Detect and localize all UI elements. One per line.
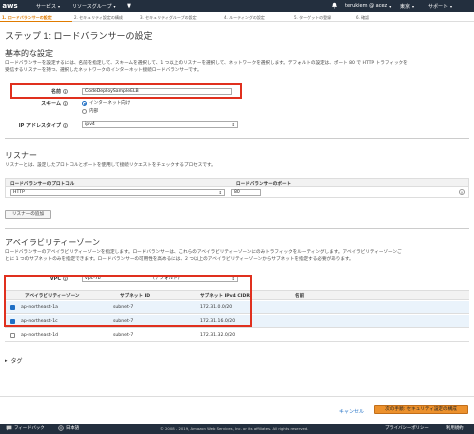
ip-address-type-select[interactable]: ipv4 ⇕ — [82, 121, 238, 128]
scheme-internal-radio[interactable]: 内部 — [82, 108, 98, 114]
step-configure-lb[interactable]: 1. ロードバランサーの設定 — [0, 14, 72, 22]
col-name: 名前 — [295, 294, 305, 299]
basic-settings-description-1: ロードバランサーを設定するには、名前を指定して、スキームを選択して、1 つ以上の… — [5, 61, 408, 66]
aws-logo[interactable]: aws — [0, 0, 20, 12]
add-listener-button[interactable]: リスナーの追加 — [5, 210, 51, 219]
support-label: サポート — [428, 3, 449, 10]
globe-icon — [58, 424, 64, 434]
copyright-text: © 2008 - 2019, Amazon Web Services, Inc.… — [160, 426, 309, 431]
chevron-down-icon: ▾ — [389, 3, 392, 9]
scheme-label: スキーム i — [30, 100, 68, 107]
region-label: 東京 — [400, 3, 411, 10]
az-description-1: ロードバランサーのアベイラビリティーゾーンを指定します。ロードバランサーは、これ… — [5, 250, 402, 255]
page-title: ステップ 1: ロードバランサーの設定 — [5, 31, 153, 41]
cancel-button[interactable]: キャンセル — [339, 408, 364, 415]
tags-toggle[interactable]: ▸ タグ — [5, 356, 23, 366]
protocol-select[interactable]: HTTP ⇕ — [10, 189, 225, 196]
language-selector[interactable]: 日本語 — [66, 424, 79, 434]
subnet-id: subnet-7 — [113, 333, 134, 338]
bell-icon[interactable] — [330, 2, 338, 10]
feedback-link[interactable]: フィードバック — [14, 424, 45, 434]
remove-listener-icon[interactable]: × — [459, 189, 465, 195]
chevron-updown-icon: ⇕ — [218, 190, 222, 195]
chevron-down-icon: ▾ — [412, 3, 415, 9]
scheme-option-label: 内部 — [89, 109, 99, 114]
az-name: ap-northeast-1d — [21, 333, 59, 338]
name-highlight-box — [10, 83, 242, 99]
divider — [5, 138, 469, 139]
chevron-right-icon: ▸ — [5, 357, 8, 364]
services-label: サービス — [36, 3, 57, 10]
protocol-value: HTTP — [13, 190, 25, 195]
privacy-link[interactable]: プライバシーポリシー — [385, 424, 429, 434]
footer-bar: フィードバック 日本語 © 2008 - 2019, Amazon Web Se… — [0, 424, 474, 434]
step-security-groups[interactable]: 3. セキュリティグループの設定 — [138, 14, 222, 22]
divider — [0, 396, 474, 397]
ip-address-type-label: IP アドレスタイプ i — [5, 122, 68, 129]
user-menu[interactable]: terukiem @ acez ▾ — [345, 0, 391, 12]
az-checkbox[interactable] — [10, 333, 15, 338]
listeners-description: リスナーとは、設定したプロトコルとポートを使用して接続リクエストをチェックするプ… — [5, 163, 216, 168]
scheme-option-label: インターネット向け — [89, 101, 131, 106]
step-register-targets[interactable]: 5. ターゲットの登録 — [292, 14, 354, 22]
info-icon[interactable]: i — [63, 101, 68, 106]
info-icon[interactable]: i — [63, 123, 68, 128]
services-menu[interactable]: サービス ▾ — [36, 3, 60, 10]
region-menu[interactable]: 東京 ▾ — [400, 0, 414, 12]
chevron-down-icon: ▾ — [58, 3, 61, 9]
radio-selected-icon — [82, 100, 87, 106]
resource-groups-label: リソースグループ — [72, 3, 112, 10]
top-nav: aws サービス ▾ リソースグループ ▾ terukiem @ acez ▾ … — [0, 0, 474, 12]
resource-groups-menu[interactable]: リソースグループ ▾ — [72, 3, 115, 10]
basic-settings-description-2: 受信するリスナーを持つ、選択したネットワークのインターネット接続ロードバランサー… — [5, 68, 202, 73]
support-menu[interactable]: サポート ▾ — [428, 0, 452, 12]
az-description-2: とに 1 つのサブネットのみを指定できます。ロードバランサーの可用性を高めるには… — [5, 257, 354, 262]
scheme-internet-facing-radio[interactable]: インターネット向け — [82, 100, 130, 106]
listeners-heading: リスナー — [5, 151, 37, 160]
chevron-down-icon: ▾ — [450, 3, 453, 9]
radio-unselected-icon — [82, 108, 87, 114]
az-row[interactable]: ap-northeast-1d subnet-7 172.31.32.0/20 — [5, 329, 469, 342]
wizard-steps: 1. ロードバランサーの設定 2. セキュリティ設定の構成 3. セキュリティグ… — [0, 14, 474, 22]
ip-address-type-text: IP アドレスタイプ — [18, 123, 61, 129]
az-highlight-box — [4, 275, 252, 327]
feedback-icon[interactable] — [6, 424, 12, 434]
scheme-label-text: スキーム — [41, 101, 61, 107]
basic-settings-heading: 基本的な設定 — [5, 49, 53, 58]
terms-link[interactable]: 利用規約 — [446, 424, 464, 434]
divider — [5, 228, 469, 229]
chevron-updown-icon: ⇕ — [231, 122, 235, 127]
step-routing[interactable]: 4. ルーティングの設定 — [222, 14, 292, 22]
port-input[interactable]: 80 — [231, 189, 261, 196]
step-security-settings[interactable]: 2. セキュリティ設定の構成 — [72, 14, 138, 22]
user-label: terukiem @ acez — [345, 3, 388, 9]
subnet-cidr: 172.31.32.0/20 — [200, 333, 236, 338]
ip-address-type-value: ipv4 — [85, 122, 95, 127]
chevron-down-icon: ▾ — [113, 3, 116, 9]
step-review[interactable]: 6. 確認 — [354, 14, 394, 22]
listeners-table-header: ロードバランサーのプロトコル ロードバランサーのポート — [5, 178, 469, 187]
az-heading: アベイラビリティーゾーン — [5, 238, 100, 247]
tags-label: タグ — [10, 358, 23, 365]
listener-row: HTTP ⇕ 80 × — [5, 187, 469, 198]
pin-icon[interactable] — [126, 3, 132, 9]
next-button[interactable]: 次の手順: セキュリティ設定の構成 — [374, 405, 468, 414]
